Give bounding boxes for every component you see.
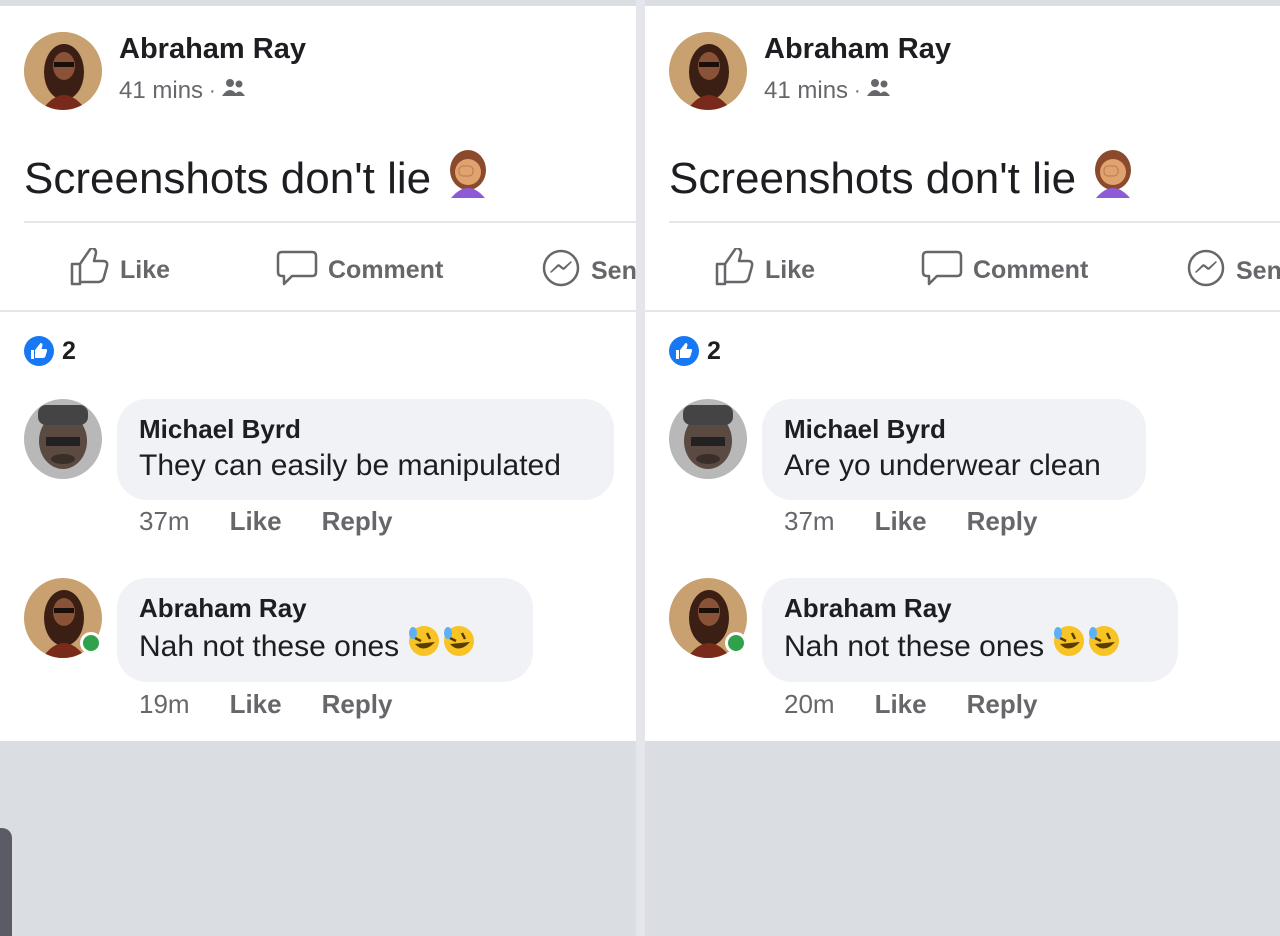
empty-area xyxy=(0,741,636,936)
comment-time[interactable]: 37m xyxy=(784,506,835,537)
post-body: Screenshots don't lie xyxy=(24,153,432,203)
thumbs-up-icon xyxy=(68,246,110,293)
send-label: Sen xyxy=(591,257,636,285)
comment-bubble: Abraham Ray Nah not these ones xyxy=(762,578,1178,682)
actions-divider xyxy=(645,310,1280,312)
comment-button[interactable]: Comment xyxy=(921,248,1088,293)
comment-reply-button[interactable]: Reply xyxy=(967,506,1038,537)
like-button[interactable]: Like xyxy=(68,246,171,293)
send-button[interactable]: Sen xyxy=(541,248,636,295)
rolling-on-floor-laughing-emoji xyxy=(1052,624,1122,670)
comment-reply-button[interactable]: Reply xyxy=(322,689,393,720)
friends-icon xyxy=(866,77,891,105)
reactions-summary[interactable]: 2 xyxy=(24,336,76,366)
comment-text: Are yo underwear clean xyxy=(784,445,1124,487)
messenger-icon xyxy=(1186,248,1226,295)
post-panel-right: Abraham Ray 41 mins · Screenshots don't … xyxy=(645,0,1280,936)
comment-author[interactable]: Abraham Ray xyxy=(784,592,1156,624)
send-button[interactable]: Sen xyxy=(1186,248,1280,295)
comment-text: Nah not these ones xyxy=(139,624,511,670)
comment-text: Nah not these ones xyxy=(784,624,1156,670)
reactions-summary[interactable]: 2 xyxy=(669,336,721,366)
comment-bubble: Michael Byrd Are yo underwear clean xyxy=(762,399,1146,500)
post-text: Screenshots don't lie xyxy=(24,148,491,209)
reaction-count: 2 xyxy=(707,336,721,365)
post-divider xyxy=(24,221,636,223)
comment-reply-button[interactable]: Reply xyxy=(322,506,393,537)
post-body: Screenshots don't lie xyxy=(669,153,1077,203)
comment-author[interactable]: Michael Byrd xyxy=(139,413,592,445)
comment-actions: 19m Like Reply xyxy=(139,689,392,720)
comment-body: Nah not these ones xyxy=(784,630,1045,663)
like-reaction-icon xyxy=(669,336,699,366)
commenter-avatar[interactable] xyxy=(24,399,102,479)
comment-author[interactable]: Abraham Ray xyxy=(139,592,511,624)
meta-separator: · xyxy=(854,79,861,102)
comment-actions: 20m Like Reply xyxy=(784,689,1037,720)
post-panel-left: Abraham Ray 41 mins · Screenshots don't … xyxy=(0,0,636,936)
commenter-avatar[interactable] xyxy=(669,399,747,479)
woman-facepalming-emoji xyxy=(445,148,491,209)
comment-like-button[interactable]: Like xyxy=(875,689,927,720)
side-tab xyxy=(0,828,12,936)
comment-time[interactable]: 37m xyxy=(139,506,190,537)
post-time[interactable]: 41 mins xyxy=(119,77,203,105)
thumbs-up-icon xyxy=(713,246,755,293)
woman-facepalming-emoji xyxy=(1090,148,1136,209)
like-label: Like xyxy=(765,256,816,284)
top-divider xyxy=(645,0,1280,6)
like-reaction-icon xyxy=(24,336,54,366)
comment-like-button[interactable]: Like xyxy=(230,689,282,720)
comment-button[interactable]: Comment xyxy=(276,248,443,293)
comment-reply-button[interactable]: Reply xyxy=(967,689,1038,720)
comment-like-button[interactable]: Like xyxy=(875,506,927,537)
poster-avatar[interactable] xyxy=(669,32,747,110)
empty-area xyxy=(645,741,1280,936)
reaction-count: 2 xyxy=(62,336,76,365)
comment-bubble: Michael Byrd They can easily be manipula… xyxy=(117,399,614,500)
like-button[interactable]: Like xyxy=(713,246,816,293)
comment-time[interactable]: 20m xyxy=(784,689,835,720)
comment-icon xyxy=(921,248,963,293)
poster-name[interactable]: Abraham Ray xyxy=(119,33,306,66)
comment-body: They can easily be manipulated xyxy=(139,449,561,482)
like-label: Like xyxy=(120,256,171,284)
poster-name[interactable]: Abraham Ray xyxy=(764,33,951,66)
post-text: Screenshots don't lie xyxy=(669,148,1136,209)
meta-separator: · xyxy=(209,79,216,102)
comment-actions: 37m Like Reply xyxy=(784,506,1037,537)
messenger-icon xyxy=(541,248,581,295)
comment-actions: 37m Like Reply xyxy=(139,506,392,537)
comment-label: Comment xyxy=(328,256,444,284)
comment-author[interactable]: Michael Byrd xyxy=(784,413,1124,445)
post-time[interactable]: 41 mins xyxy=(764,77,848,105)
comment-bubble: Abraham Ray Nah not these ones xyxy=(117,578,533,682)
poster-avatar[interactable] xyxy=(24,32,102,110)
top-divider xyxy=(0,0,636,6)
comment-like-button[interactable]: Like xyxy=(230,506,282,537)
rolling-on-floor-laughing-emoji xyxy=(407,624,477,670)
online-status-indicator xyxy=(725,632,747,654)
send-label: Sen xyxy=(1236,257,1280,285)
post-divider xyxy=(669,221,1280,223)
comment-icon xyxy=(276,248,318,293)
comment-time[interactable]: 19m xyxy=(139,689,190,720)
comment-body: Are yo underwear clean xyxy=(784,449,1101,482)
comment-body: Nah not these ones xyxy=(139,630,400,663)
friends-icon xyxy=(221,77,246,105)
actions-divider xyxy=(0,310,636,312)
post-meta: 41 mins · xyxy=(119,77,246,105)
online-status-indicator xyxy=(80,632,102,654)
comment-label: Comment xyxy=(973,256,1089,284)
post-meta: 41 mins · xyxy=(764,77,891,105)
comment-text: They can easily be manipulated xyxy=(139,445,592,487)
